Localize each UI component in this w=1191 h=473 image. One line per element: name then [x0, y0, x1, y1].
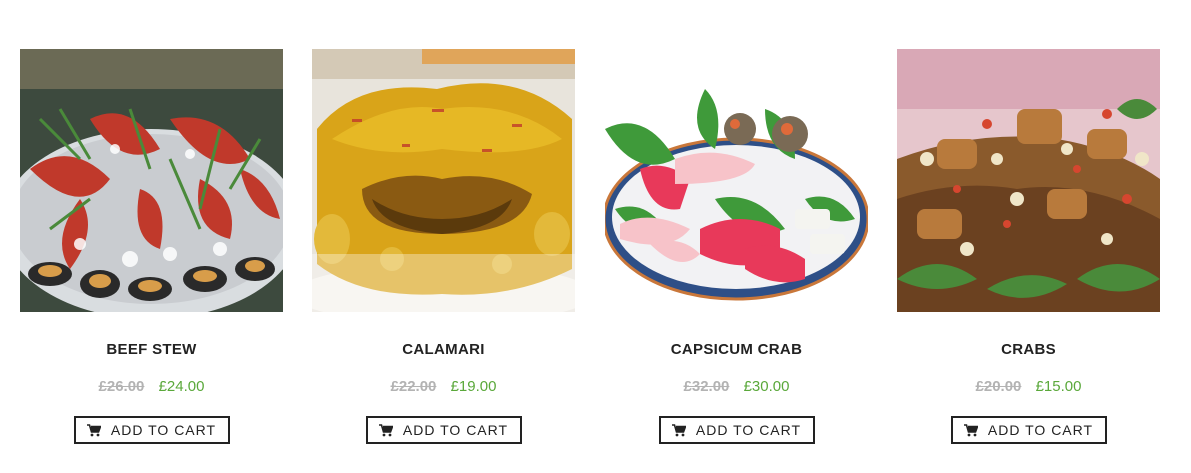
- add-to-cart-label: ADD TO CART: [110, 422, 217, 438]
- product-title[interactable]: BEEF STEW: [20, 340, 283, 360]
- product-price: £32.00 £30.00: [605, 377, 868, 397]
- curry-crab-image: [312, 49, 575, 312]
- fried-fish-salad-image: [897, 49, 1160, 312]
- product-card: BEEF STEW £26.00 £24.00 ADD TO CART: [20, 49, 283, 444]
- sashimi-platter-image: [605, 49, 868, 312]
- add-to-cart-button[interactable]: ADD TO CART: [658, 416, 815, 444]
- cart-icon: [963, 420, 979, 444]
- product-card: CRABS £20.00 £15.00 ADD TO CART: [897, 49, 1160, 444]
- product-title[interactable]: CALAMARI: [312, 340, 575, 360]
- cart-icon: [378, 420, 394, 444]
- original-price: £22.00: [390, 378, 437, 395]
- product-card: CAPSICUM CRAB £32.00 £30.00 ADD TO CART: [605, 49, 868, 444]
- product-card: CALAMARI £22.00 £19.00 ADD TO CART: [312, 49, 575, 444]
- add-to-cart-label: ADD TO CART: [695, 422, 802, 438]
- product-title[interactable]: CRABS: [897, 340, 1160, 360]
- sale-price: £19.00: [450, 378, 497, 395]
- cart-icon: [671, 420, 687, 444]
- product-grid: BEEF STEW £26.00 £24.00 ADD TO CART CALA…: [0, 0, 1191, 473]
- add-to-cart-label: ADD TO CART: [987, 422, 1094, 438]
- product-price: £26.00 £24.00: [20, 377, 283, 397]
- add-to-cart-button[interactable]: ADD TO CART: [950, 416, 1107, 444]
- add-to-cart-button[interactable]: ADD TO CART: [73, 416, 230, 444]
- product-image-crabs[interactable]: [897, 49, 1160, 312]
- add-to-cart-label: ADD TO CART: [402, 422, 509, 438]
- cart-icon: [86, 420, 102, 444]
- sale-price: £30.00: [743, 378, 790, 395]
- product-image-calamari[interactable]: [312, 49, 575, 312]
- original-price: £32.00: [683, 378, 730, 395]
- add-to-cart-button[interactable]: ADD TO CART: [365, 416, 522, 444]
- original-price: £26.00: [98, 378, 145, 395]
- product-image-beef-stew[interactable]: [20, 49, 283, 312]
- original-price: £20.00: [975, 378, 1022, 395]
- seafood-platter-image: [20, 49, 283, 312]
- product-price: £22.00 £19.00: [312, 377, 575, 397]
- product-image-capsicum-crab[interactable]: [605, 49, 868, 312]
- product-price: £20.00 £15.00: [897, 377, 1160, 397]
- sale-price: £24.00: [158, 378, 205, 395]
- sale-price: £15.00: [1035, 378, 1082, 395]
- product-title[interactable]: CAPSICUM CRAB: [605, 340, 868, 360]
